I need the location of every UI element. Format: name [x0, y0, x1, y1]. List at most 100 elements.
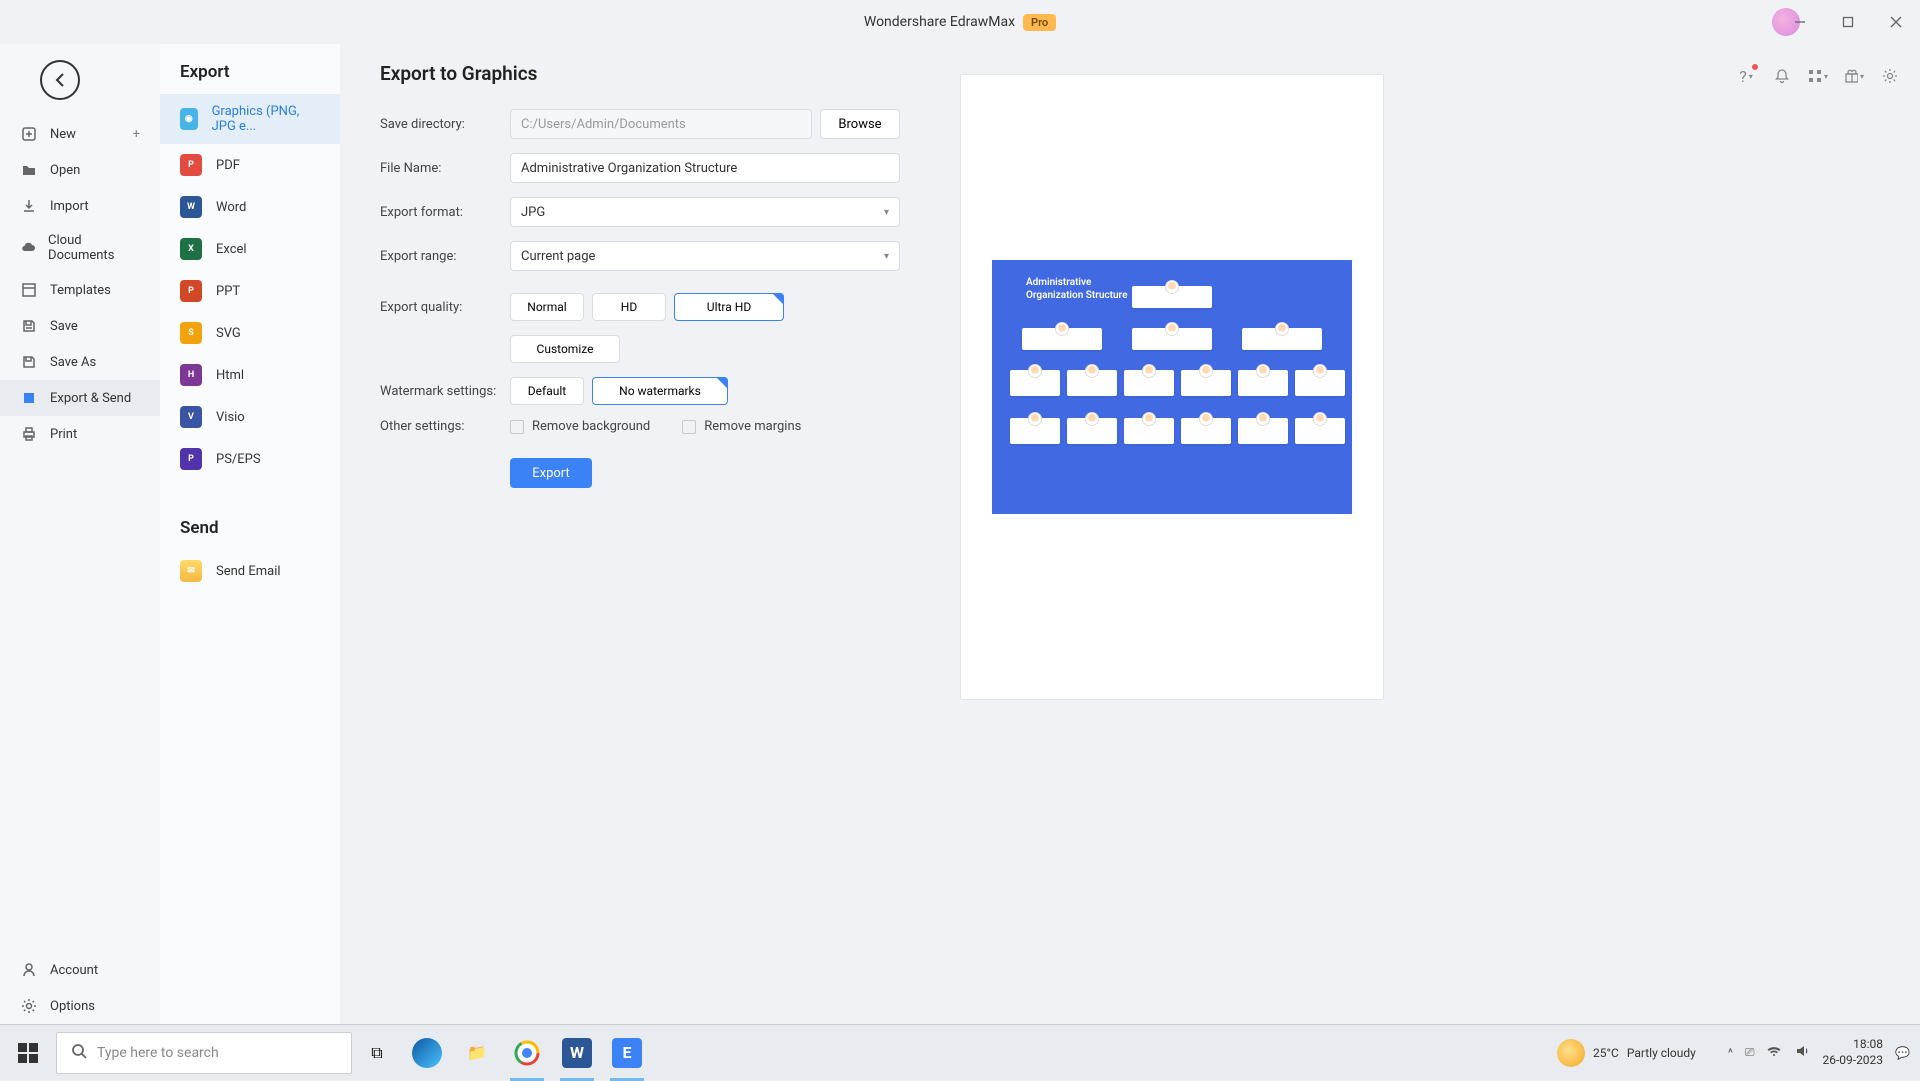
word-icon[interactable]: W: [552, 1025, 602, 1081]
export-icon: [20, 389, 38, 407]
preview-image: Administrative Organization Structure: [992, 260, 1352, 514]
excel-icon: X: [180, 238, 202, 260]
remove-background-checkbox[interactable]: Remove background: [510, 419, 650, 434]
sidebar-item-new[interactable]: New +: [0, 116, 160, 152]
export-range-select[interactable]: Current page ▾: [510, 241, 900, 271]
meet-now-icon[interactable]: ⎚: [1745, 1045, 1755, 1060]
export-type-label: SVG: [216, 326, 241, 341]
start-button[interactable]: [0, 1025, 56, 1081]
quality-ultra-hd[interactable]: Ultra HD: [674, 293, 784, 321]
sidebar-item-label: Print: [50, 427, 77, 442]
export-range-label: Export range:: [380, 249, 510, 264]
cloud-icon: [20, 239, 36, 257]
wifi-icon[interactable]: [1766, 1043, 1782, 1062]
weather-temp: 25°C: [1593, 1046, 1619, 1060]
minimize-button[interactable]: [1776, 0, 1824, 44]
edge-icon[interactable]: e: [402, 1025, 452, 1081]
export-button[interactable]: Export: [510, 458, 592, 488]
sidebar-item-save-as[interactable]: Save As: [0, 344, 160, 380]
export-type-ps[interactable]: P PS/EPS: [160, 438, 340, 480]
checkbox-icon: [510, 420, 524, 434]
edrawmax-icon[interactable]: E: [602, 1025, 652, 1081]
remove-margins-checkbox[interactable]: Remove margins: [682, 419, 801, 434]
titlebar: Wondershare EdrawMax Pro: [0, 0, 1920, 44]
weather-desc: Partly cloudy: [1627, 1046, 1696, 1060]
apps-icon[interactable]: ▾: [1808, 66, 1828, 86]
pro-badge: Pro: [1023, 14, 1056, 31]
watermark-default[interactable]: Default: [510, 377, 584, 405]
plus-square-icon: [20, 125, 38, 143]
save-as-icon: [20, 353, 38, 371]
sidebar-item-label: Import: [50, 199, 89, 214]
export-type-svg[interactable]: S SVG: [160, 312, 340, 354]
help-icon[interactable]: ?▾: [1736, 66, 1756, 86]
content-area: Export to Graphics Save directory: Brows…: [340, 44, 1920, 1024]
app-title: Wondershare EdrawMax: [864, 14, 1015, 30]
export-format-select[interactable]: JPG ▾: [510, 197, 900, 227]
gift-icon[interactable]: ▾: [1844, 66, 1864, 86]
export-type-excel[interactable]: X Excel: [160, 228, 340, 270]
task-view-icon[interactable]: ⧉: [352, 1025, 402, 1081]
sidebar-item-export-send[interactable]: Export & Send: [0, 380, 160, 416]
export-format-label: Export format:: [380, 205, 510, 220]
file-name-input[interactable]: [510, 153, 900, 183]
quality-normal[interactable]: Normal: [510, 293, 584, 321]
volume-icon[interactable]: [1794, 1043, 1810, 1062]
visio-icon: V: [180, 406, 202, 428]
row-customize: Customize: [380, 335, 900, 363]
export-type-pdf[interactable]: P PDF: [160, 144, 340, 186]
export-type-html[interactable]: H Html: [160, 354, 340, 396]
ps-icon: P: [180, 448, 202, 470]
chrome-icon[interactable]: [502, 1025, 552, 1081]
sidebar-item-label: Save: [50, 319, 78, 334]
plus-icon[interactable]: +: [133, 127, 140, 142]
maximize-button[interactable]: [1824, 0, 1872, 44]
pdf-icon: P: [180, 154, 202, 176]
sidebar-item-label: Export & Send: [50, 391, 131, 406]
chevron-down-icon: ▾: [884, 207, 889, 218]
customize-button[interactable]: Customize: [510, 335, 620, 363]
export-type-label: Graphics (PNG, JPG e...: [212, 104, 320, 134]
send-email[interactable]: ✉ Send Email: [160, 550, 340, 592]
graphics-icon: ◉: [180, 108, 198, 130]
sidebar-item-open[interactable]: Open: [0, 152, 160, 188]
toolbar-row: ?▾ ▾ ▾: [1660, 58, 1920, 94]
weather-widget[interactable]: 25°C Partly cloudy: [1557, 1039, 1696, 1067]
notifications-icon[interactable]: 💬: [1895, 1046, 1910, 1060]
sidebar-item-cloud[interactable]: Cloud Documents: [0, 224, 160, 272]
sidebar-item-save[interactable]: Save: [0, 308, 160, 344]
export-type-word[interactable]: W Word: [160, 186, 340, 228]
window-controls: [1776, 0, 1920, 44]
watermark-none[interactable]: No watermarks: [592, 377, 728, 405]
tray-datetime[interactable]: 18:08 26-09-2023: [1822, 1037, 1883, 1068]
sidebar-item-label: Account: [50, 963, 98, 978]
import-icon: [20, 197, 38, 215]
export-type-ppt[interactable]: P PPT: [160, 270, 340, 312]
sidebar-item-templates[interactable]: Templates: [0, 272, 160, 308]
explorer-icon[interactable]: 📁: [452, 1025, 502, 1081]
system-tray: 25°C Partly cloudy ^ ⎚ 18:08 26-09-2023 …: [1557, 1037, 1920, 1068]
file-sidebar: New + Open Import Cloud Documents Templa…: [0, 44, 160, 1024]
sidebar-item-import[interactable]: Import: [0, 188, 160, 224]
export-quality-label: Export quality:: [380, 300, 510, 315]
sidebar-item-label: Templates: [50, 283, 111, 298]
close-button[interactable]: [1872, 0, 1920, 44]
save-directory-input[interactable]: [510, 109, 812, 139]
tray-chevron-icon[interactable]: ^: [1728, 1046, 1733, 1060]
select-value: Current page: [521, 249, 595, 264]
taskbar-search[interactable]: Type here to search: [56, 1032, 352, 1074]
settings-icon[interactable]: [1880, 66, 1900, 86]
sidebar-item-options[interactable]: Options: [0, 988, 160, 1024]
export-type-label: Word: [216, 200, 246, 215]
browse-button[interactable]: Browse: [820, 109, 900, 139]
export-type-visio[interactable]: V Visio: [160, 396, 340, 438]
sidebar-item-print[interactable]: Print: [0, 416, 160, 452]
quality-hd[interactable]: HD: [592, 293, 666, 321]
back-button[interactable]: [40, 60, 80, 100]
export-type-graphics[interactable]: ◉ Graphics (PNG, JPG e...: [160, 94, 340, 144]
bell-icon[interactable]: [1772, 66, 1792, 86]
sidebar-item-account[interactable]: Account: [0, 952, 160, 988]
file-name-label: File Name:: [380, 161, 510, 176]
svg-icon: S: [180, 322, 202, 344]
checkbox-icon: [682, 420, 696, 434]
